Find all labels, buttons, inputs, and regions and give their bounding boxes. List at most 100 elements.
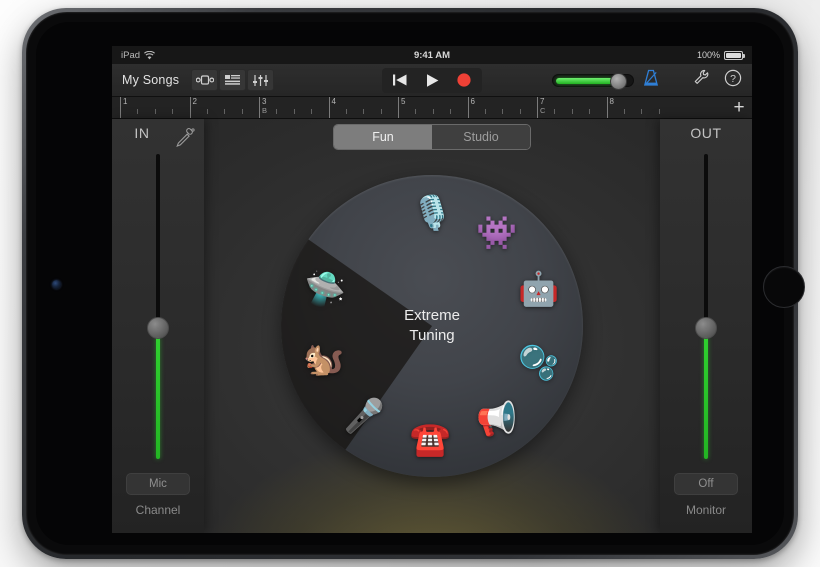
voice-preset-dial[interactable]: Extreme Tuning 👾 🤖 🫧 📢 ☎️ 🎤 🐿️ 🛸 🎙️ bbox=[221, 175, 583, 477]
timeline-ruler[interactable]: 1 2 3 B 4 5 6 7 C 8 + bbox=[112, 97, 752, 119]
add-track-button[interactable]: + bbox=[730, 98, 748, 117]
channel-button[interactable]: Mic bbox=[126, 473, 190, 495]
mode-selector[interactable]: Fun Studio bbox=[333, 124, 531, 150]
metronome-icon bbox=[643, 69, 659, 86]
output-level-fader[interactable] bbox=[695, 154, 717, 459]
preset-monster[interactable]: 👾 bbox=[474, 210, 520, 256]
preset-clean[interactable]: 🎙️ bbox=[409, 190, 455, 236]
toolbar-right-buttons: ? bbox=[693, 69, 742, 92]
fader-rail-upper bbox=[704, 154, 708, 329]
home-button[interactable] bbox=[763, 266, 805, 308]
metronome-button[interactable] bbox=[642, 69, 660, 92]
ruler-tick bbox=[363, 109, 365, 114]
microphone-input-icon bbox=[174, 127, 196, 154]
ruler-bar-7: 7C bbox=[537, 97, 546, 118]
ruler-tick bbox=[623, 109, 625, 114]
monitor-caption: Monitor bbox=[685, 503, 727, 517]
rewind-to-start-icon bbox=[393, 74, 407, 86]
volume-knob[interactable] bbox=[610, 72, 627, 90]
battery-percent-label: 100% bbox=[696, 50, 720, 60]
transport-controls bbox=[382, 67, 482, 93]
ruler-tick bbox=[554, 109, 556, 114]
front-camera bbox=[52, 280, 61, 289]
ruler-tick bbox=[137, 109, 139, 114]
ruler-bar-number: 2 bbox=[192, 97, 197, 106]
ruler-tick bbox=[276, 109, 278, 114]
ruler-bar-3: 3B bbox=[259, 97, 268, 118]
status-bar-right: 100% bbox=[696, 50, 745, 60]
navigation-view-button[interactable] bbox=[191, 69, 219, 91]
ruler-bar-number: 4 bbox=[331, 97, 336, 106]
app-toolbar: My Songs ? bbox=[112, 64, 752, 97]
app-screen: iPad 9:41 AM 100% My Songs ? 1 2 3 B 4 5… bbox=[112, 46, 752, 533]
monitor-button[interactable]: Off bbox=[674, 473, 738, 495]
ruler-bar-number: 7 bbox=[540, 97, 545, 106]
ruler-tick bbox=[658, 109, 660, 114]
master-volume-slider[interactable] bbox=[552, 72, 634, 90]
channel-caption: Channel bbox=[135, 503, 181, 517]
ruler-tick bbox=[380, 109, 382, 114]
ruler-tick bbox=[571, 109, 573, 114]
output-panel: OUT Off Monitor bbox=[660, 119, 752, 533]
help-button[interactable]: ? bbox=[724, 69, 742, 92]
ruler-bar-5: 5 bbox=[398, 97, 406, 118]
ruler-tick bbox=[519, 109, 521, 114]
tab-fun[interactable]: Fun bbox=[334, 125, 432, 149]
preset-ufo[interactable]: 🛸 bbox=[302, 266, 348, 312]
ruler-bar-number: 3 bbox=[262, 97, 267, 106]
navigation-view-icon bbox=[195, 75, 214, 85]
tab-studio[interactable]: Studio bbox=[432, 125, 530, 149]
preset-robot[interactable]: 🤖 bbox=[516, 266, 562, 312]
ruler-tick bbox=[311, 109, 313, 114]
output-label: OUT bbox=[690, 125, 722, 141]
rewind-button[interactable] bbox=[385, 69, 415, 92]
ruler-tick bbox=[415, 109, 417, 114]
record-button[interactable] bbox=[449, 69, 479, 92]
preset-megaphone[interactable]: 📢 bbox=[474, 396, 520, 442]
fader-knob[interactable] bbox=[147, 317, 169, 339]
ruler-bar-number: 8 bbox=[609, 97, 614, 106]
fader-level-meter bbox=[156, 337, 160, 459]
ruler-bar-8: 8 bbox=[606, 97, 614, 118]
ruler-tick bbox=[484, 109, 486, 114]
input-panel: IN Mic Channel bbox=[112, 119, 204, 533]
preset-extreme-tuning[interactable]: 🎤 bbox=[341, 393, 387, 439]
ruler-bar-number: 6 bbox=[470, 97, 475, 106]
preset-bubbles[interactable]: 🫧 bbox=[516, 340, 562, 386]
ruler-bar-6: 6 bbox=[467, 97, 475, 118]
ruler-tick bbox=[241, 109, 243, 114]
fader-knob[interactable] bbox=[695, 317, 717, 339]
preset-telephone[interactable]: ☎️ bbox=[407, 416, 453, 462]
preset-chipmunk[interactable]: 🐿️ bbox=[301, 336, 347, 382]
fader-rail-upper bbox=[156, 154, 160, 329]
my-songs-button[interactable]: My Songs bbox=[122, 73, 179, 87]
mixer-button[interactable] bbox=[247, 69, 275, 91]
tracks-view-icon bbox=[225, 74, 241, 85]
input-level-fader[interactable] bbox=[147, 154, 169, 459]
ruler-chord-marker: C bbox=[540, 106, 546, 115]
status-bar-time: 9:41 AM bbox=[413, 49, 451, 61]
volume-track[interactable] bbox=[552, 72, 634, 90]
ipad-device: iPad 9:41 AM 100% My Songs ? 1 2 3 B 4 5… bbox=[22, 8, 805, 559]
ruler-tick bbox=[293, 109, 295, 114]
voice-plugin-stage: Fun Studio IN Mic Channel OUT Off Monito… bbox=[112, 119, 752, 533]
ruler-tick bbox=[589, 109, 591, 114]
volume-fill bbox=[556, 77, 613, 84]
question-mark-icon: ? bbox=[724, 69, 742, 86]
ruler-tick bbox=[432, 109, 434, 114]
ruler-bar-number: 5 bbox=[401, 97, 406, 106]
wrench-icon bbox=[694, 69, 709, 84]
settings-button[interactable] bbox=[693, 69, 710, 91]
ruler-tick bbox=[154, 109, 156, 114]
battery-full-icon bbox=[724, 50, 745, 60]
record-icon bbox=[457, 73, 471, 87]
ruler-chord-marker: B bbox=[262, 106, 268, 115]
ruler-tick bbox=[224, 109, 226, 114]
play-button[interactable] bbox=[417, 69, 447, 92]
fader-level-meter bbox=[704, 337, 708, 459]
tracks-view-button[interactable] bbox=[219, 69, 247, 91]
screenshot-scene: iPad 9:41 AM 100% My Songs ? 1 2 3 B 4 5… bbox=[0, 0, 820, 567]
mixer-faders-icon bbox=[253, 74, 269, 86]
ruler-tick bbox=[206, 109, 208, 114]
status-bar: iPad 9:41 AM 100% bbox=[112, 46, 752, 64]
